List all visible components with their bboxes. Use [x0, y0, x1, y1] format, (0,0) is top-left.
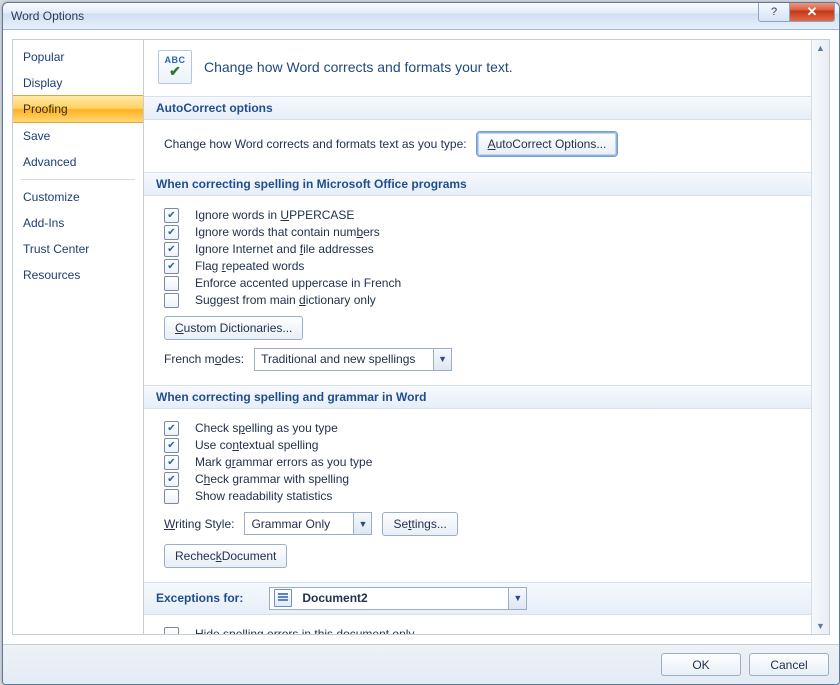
- french-modes-label: French modes:: [164, 352, 244, 366]
- exceptions-doc-select[interactable]: Document2 ▼: [269, 587, 527, 610]
- recheck-document-button[interactable]: Recheck Document: [164, 544, 287, 568]
- chk-numbers[interactable]: [164, 225, 179, 240]
- chk-hide-spell-label: Hide spelling errors in this document on…: [195, 627, 414, 635]
- chk-readability-label: Show readability statistics: [195, 489, 332, 503]
- section-wordspell-body: Check spelling as you type Use contextua…: [144, 409, 812, 582]
- chk-hide-spell[interactable]: [164, 627, 179, 635]
- sidebar-item-customize[interactable]: Customize: [13, 184, 143, 210]
- chk-maindict-label: Suggest from main dictionary only: [195, 293, 376, 307]
- chk-french-accent[interactable]: [164, 276, 179, 291]
- section-wordspell-title: When correcting spelling and grammar in …: [156, 390, 426, 404]
- window-controls: ? ✕: [758, 3, 835, 22]
- chevron-down-icon[interactable]: ▼: [508, 588, 526, 609]
- autocorrect-desc: Change how Word corrects and formats tex…: [164, 137, 467, 151]
- french-modes-value: Traditional and new spellings: [255, 352, 433, 366]
- section-autocorrect-body: Change how Word corrects and formats tex…: [144, 120, 812, 172]
- writing-style-value: Grammar Only: [245, 517, 353, 531]
- proofing-icon: ABC ✔: [158, 50, 192, 84]
- chk-numbers-label: Ignore words that contain numbers: [195, 225, 380, 239]
- section-autocorrect-title: AutoCorrect options: [156, 101, 273, 115]
- sidebar-item-display[interactable]: Display: [13, 70, 143, 96]
- page-title: Change how Word corrects and formats you…: [204, 59, 513, 75]
- autocorrect-options-button-label: utoCorrect Options...: [496, 137, 607, 151]
- word-options-dialog: Word Options ? ✕ Popular Display Proofin…: [2, 2, 840, 685]
- chk-maindict[interactable]: [164, 293, 179, 308]
- chk-grammarspell[interactable]: [164, 472, 179, 487]
- section-exceptions-head: Exceptions for: Document2 ▼: [144, 582, 812, 615]
- chk-readability[interactable]: [164, 489, 179, 504]
- section-wordspell-head: When correcting spelling and grammar in …: [144, 385, 812, 409]
- chk-grammarerrors[interactable]: [164, 455, 179, 470]
- chk-uppercase[interactable]: [164, 208, 179, 223]
- section-exceptions-body: Hide spelling errors in this document on…: [144, 615, 812, 635]
- settings-button[interactable]: Settings...: [382, 512, 457, 536]
- sidebar-item-save[interactable]: Save: [13, 123, 143, 149]
- scroll-up-icon[interactable]: ▲: [813, 40, 828, 56]
- chk-internet[interactable]: [164, 242, 179, 257]
- writing-style-label: Writing Style:: [164, 517, 234, 531]
- document-icon: [274, 589, 292, 607]
- chevron-down-icon[interactable]: ▼: [433, 349, 451, 370]
- titlebar: Word Options ? ✕: [3, 3, 839, 30]
- sidebar-item-addins[interactable]: Add-Ins: [13, 210, 143, 236]
- sidebar-item-advanced[interactable]: Advanced: [13, 149, 143, 175]
- chk-spell-asyoutype[interactable]: [164, 421, 179, 436]
- section-officespell-title: When correcting spelling in Microsoft Of…: [156, 177, 467, 191]
- sidebar-item-resources[interactable]: Resources: [13, 262, 143, 288]
- writing-style-select[interactable]: Grammar Only ▼: [244, 512, 372, 535]
- autocorrect-options-button[interactable]: AutoCorrect Options...: [477, 132, 618, 156]
- exceptions-label: Exceptions for:: [156, 591, 243, 605]
- chk-french-accent-label: Enforce accented uppercase in French: [195, 276, 401, 290]
- sidebar-item-proofing[interactable]: Proofing: [13, 95, 143, 123]
- cancel-button[interactable]: Cancel: [749, 653, 829, 676]
- chk-grammarerrors-label: Mark grammar errors as you type: [195, 455, 372, 469]
- section-officespell-body: Ignore words in UPPERCASE Ignore words t…: [144, 196, 812, 385]
- custom-dictionaries-button[interactable]: Custom Dictionaries...: [164, 316, 303, 340]
- section-autocorrect-head: AutoCorrect options: [144, 96, 812, 120]
- chk-contextual[interactable]: [164, 438, 179, 453]
- scroll-down-icon[interactable]: ▼: [813, 618, 828, 634]
- french-modes-select[interactable]: Traditional and new spellings ▼: [254, 348, 452, 371]
- dialog-body: Popular Display Proofing Save Advanced C…: [3, 30, 839, 644]
- content-header: ABC ✔ Change how Word corrects and forma…: [144, 40, 812, 96]
- chk-internet-label: Ignore Internet and file addresses: [195, 242, 374, 256]
- category-sidebar: Popular Display Proofing Save Advanced C…: [12, 39, 144, 635]
- chk-spell-asyoutype-label: Check spelling as you type: [195, 421, 338, 435]
- sidebar-item-trustcenter[interactable]: Trust Center: [13, 236, 143, 262]
- chk-repeated[interactable]: [164, 259, 179, 274]
- check-icon: ✔: [169, 64, 181, 78]
- chk-contextual-label: Use contextual spelling: [195, 438, 318, 452]
- chk-repeated-label: Flag repeated words: [195, 259, 304, 273]
- chk-uppercase-label: Ignore words in UPPERCASE: [195, 208, 354, 222]
- exceptions-doc-value: Document2: [296, 591, 508, 605]
- sidebar-item-popular[interactable]: Popular: [13, 44, 143, 70]
- chk-grammarspell-label: Check grammar with spelling: [195, 472, 349, 486]
- sidebar-divider-1: [21, 179, 135, 180]
- content-pane: ▲ ▼ ABC ✔ Change how Word corrects and f…: [144, 39, 830, 635]
- close-button[interactable]: ✕: [789, 2, 835, 22]
- section-officespell-head: When correcting spelling in Microsoft Of…: [144, 172, 812, 196]
- help-button[interactable]: ?: [758, 2, 789, 22]
- scrollbar[interactable]: ▲ ▼: [811, 40, 829, 634]
- chevron-down-icon[interactable]: ▼: [353, 513, 371, 534]
- dialog-footer: OK Cancel: [3, 644, 839, 684]
- ok-button[interactable]: OK: [661, 653, 741, 676]
- window-title: Word Options: [11, 9, 84, 23]
